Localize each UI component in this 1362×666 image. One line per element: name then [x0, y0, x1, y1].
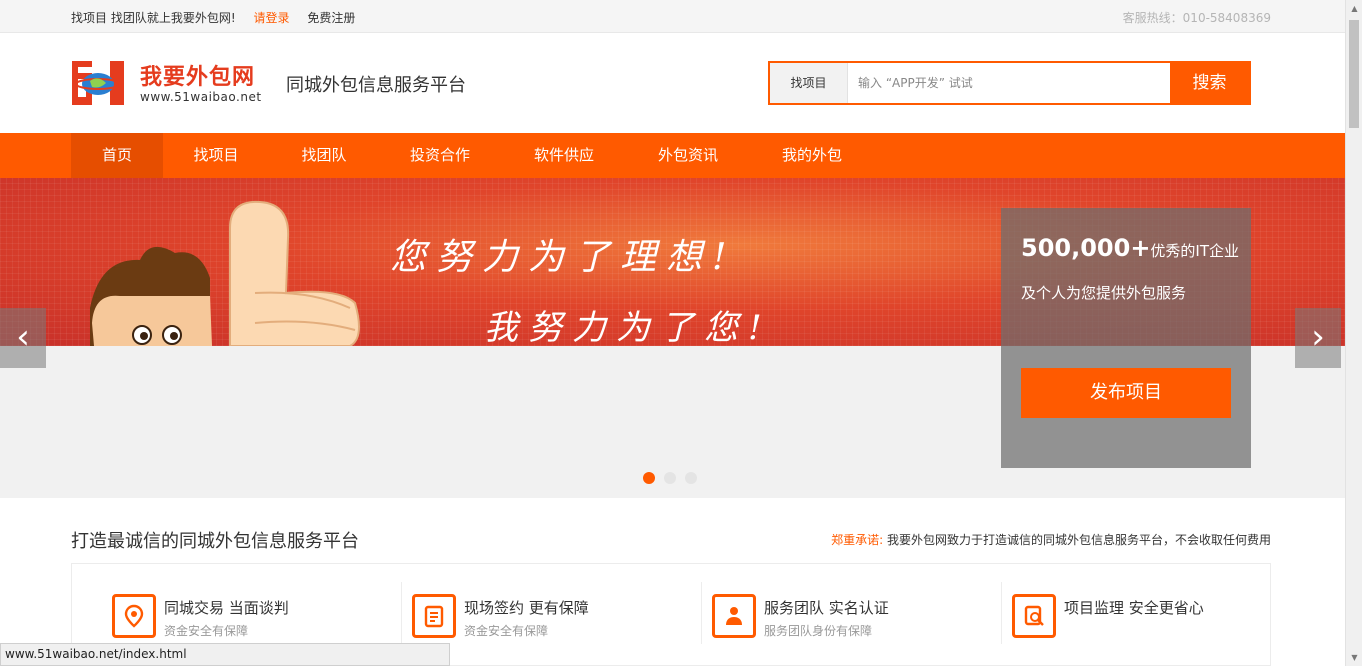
- header: 我要外包网 www.51waibao.net 同城外包信息服务平台 找项目 搜索: [0, 33, 1345, 133]
- carousel-dot-1[interactable]: [643, 472, 655, 484]
- nav-item-my-outsourcing[interactable]: 我的外包: [766, 133, 858, 178]
- feature-item[interactable]: 同城交易 当面谈判 资金安全有保障: [112, 582, 402, 644]
- scroll-up-icon[interactable]: ▲: [1346, 0, 1362, 17]
- top-bar-left: 找项目 找团队就上我要外包网! 请登录 免费注册: [71, 9, 369, 26]
- banner-next-arrow-icon[interactable]: ›: [1295, 308, 1341, 368]
- banner-headline-1: 您努力为了理想!: [390, 237, 737, 278]
- nav-item-software-supply[interactable]: 软件供应: [519, 133, 609, 178]
- page-scrollbar[interactable]: ▲ ▼: [1345, 0, 1362, 666]
- promise-body: 我要外包网致力于打造诚信的同城外包信息服务平台，不会收取任何费用: [886, 533, 1271, 547]
- register-link[interactable]: 免费注册: [307, 11, 355, 25]
- main-nav: 首页 找项目 找团队 投资合作 软件供应 外包资讯 我的外包: [0, 133, 1345, 178]
- team-icon: [712, 594, 756, 638]
- promise-text: 郑重承诺: 我要外包网致力于打造诚信的同城外包信息服务平台，不会收取任何费用: [831, 531, 1271, 548]
- logo-url: www.51waibao.net: [140, 90, 262, 104]
- promo-count-number: 500,000+: [1021, 234, 1151, 262]
- scroll-down-icon[interactable]: ▼: [1346, 649, 1362, 666]
- feature-item[interactable]: 现场签约 更有保障 资金安全有保障: [412, 582, 702, 644]
- banner-headline-2: 我努力为了您!: [484, 308, 772, 346]
- publish-project-button[interactable]: 发布项目: [1021, 368, 1231, 418]
- logo-text: 我要外包网: [140, 65, 256, 90]
- logo-mark-icon: [72, 61, 124, 105]
- banner-prev-arrow-icon[interactable]: ‹: [0, 308, 46, 368]
- contract-icon: [412, 594, 456, 638]
- top-bar: 找项目 找团队就上我要外包网! 请登录 免费注册 客服热线：010-584083…: [0, 0, 1345, 33]
- feature-item[interactable]: 服务团队 实名认证 服务团队身份有保障: [712, 582, 1002, 644]
- location-pin-icon: [112, 594, 156, 638]
- nav-item-find-project[interactable]: 找项目: [178, 133, 254, 178]
- feature-divider: [701, 582, 702, 644]
- feature-subtitle: 服务团队身份有保障: [764, 624, 873, 638]
- promo-description: 及个人为您提供外包服务: [1021, 284, 1187, 302]
- feature-subtitle: 资金安全有保障: [164, 624, 249, 638]
- hero-banner: 您努力为了理想! 我努力为了您! ‹ › 500,000+优秀的IT企业 及个人…: [0, 178, 1345, 498]
- site-logo[interactable]: 我要外包网 www.51waibao.net: [72, 57, 282, 109]
- promo-panel: 500,000+优秀的IT企业 及个人为您提供外包服务 发布项目: [1001, 208, 1251, 468]
- promo-count-suffix: 优秀的IT企业: [1150, 242, 1240, 260]
- nav-item-find-team[interactable]: 找团队: [286, 133, 362, 178]
- supervision-icon: [1012, 594, 1056, 638]
- search-button[interactable]: 搜索: [1170, 63, 1249, 103]
- browser-status-bar: www.51waibao.net/index.html: [0, 643, 450, 666]
- top-tagline: 找项目 找团队就上我要外包网!: [71, 11, 236, 25]
- carousel-dots: [643, 469, 706, 488]
- promise-tag: 郑重承诺:: [831, 533, 884, 547]
- carousel-dot-3[interactable]: [685, 472, 697, 484]
- nav-item-investment[interactable]: 投资合作: [395, 133, 485, 178]
- feature-title: 现场签约 更有保障: [464, 599, 589, 617]
- feature-divider: [401, 582, 402, 644]
- scrollbar-thumb[interactable]: [1349, 20, 1359, 128]
- search-box: 找项目 搜索: [768, 61, 1251, 105]
- feature-divider: [1001, 582, 1002, 644]
- feature-title: 同城交易 当面谈判: [164, 599, 289, 617]
- header-slogan: 同城外包信息服务平台: [286, 75, 466, 96]
- nav-item-home[interactable]: 首页: [71, 133, 163, 178]
- hotline-text: 客服热线：010-58408369: [1122, 11, 1271, 25]
- feature-subtitle: 资金安全有保障: [464, 624, 549, 638]
- promo-count: 500,000+优秀的IT企业: [1021, 234, 1239, 262]
- login-link[interactable]: 请登录: [253, 11, 289, 25]
- feature-title: 服务团队 实名认证: [764, 599, 889, 617]
- search-type-select[interactable]: 找项目: [770, 63, 848, 103]
- search-input[interactable]: [848, 63, 1170, 103]
- section-title: 打造最诚信的同城外包信息服务平台: [71, 531, 359, 552]
- nav-item-outsourcing-news[interactable]: 外包资讯: [643, 133, 733, 178]
- carousel-dot-2[interactable]: [664, 472, 676, 484]
- feature-title: 项目监理 安全更省心: [1064, 599, 1204, 617]
- feature-item[interactable]: 项目监理 安全更省心: [1012, 594, 1302, 644]
